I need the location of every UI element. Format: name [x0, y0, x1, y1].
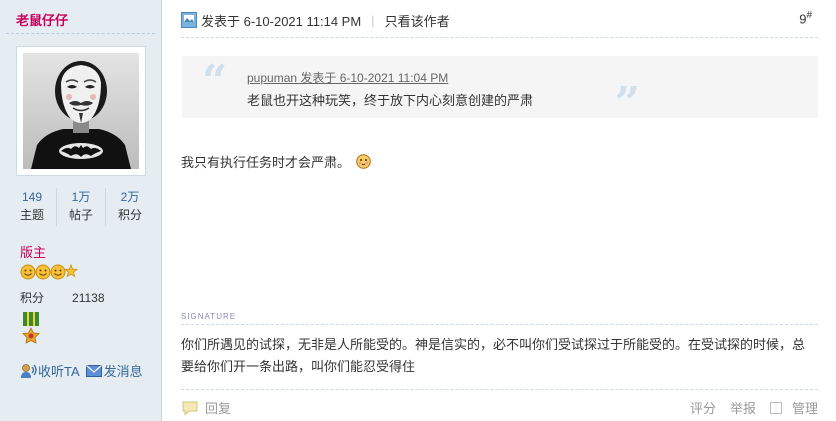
author-stats: 149 主题 1万 帖子 2万 积分 [8, 188, 154, 226]
avatar[interactable] [23, 53, 139, 169]
header-divider: | [371, 12, 375, 28]
manage-label[interactable]: 管理 [792, 398, 818, 417]
medal-icon[interactable] [20, 312, 42, 348]
credit-value: 21138 [72, 291, 105, 305]
stat-threads[interactable]: 149 主题 [8, 188, 56, 226]
avatar-frame[interactable] [16, 46, 146, 176]
report-button[interactable]: 举报 [730, 398, 756, 417]
post-header: 发表于 6-10-2021 11:14 PM | 只看该作者 [181, 10, 450, 30]
stat-label: 帖子 [68, 208, 93, 222]
divider [181, 37, 818, 38]
rank-smiley-icons [20, 263, 78, 280]
author-actions: 收听TA 发消息 [20, 361, 149, 380]
quote-text: 老鼠也开这种玩笑，终于放下内心刻意创建的严肃 [247, 94, 534, 109]
user-group[interactable]: 版主 [20, 242, 46, 261]
floor-suffix: # [806, 10, 812, 21]
floor-number[interactable]: 9# [799, 10, 812, 26]
envelope-icon [85, 364, 102, 377]
signature-text: 你们所遇见的试探，无非是人所能受的。神是信实的，必不叫你们受试探过于所能受的。在… [181, 338, 806, 375]
quote-meta-link[interactable]: pupuman 发表于 6-10-2021 11:04 PM [247, 69, 448, 86]
signature-label: SIGNATURE [181, 312, 237, 321]
reply-bubble-icon [182, 401, 198, 416]
send-message-link[interactable]: 发消息 [85, 361, 143, 380]
only-author-link[interactable]: 只看该作者 [385, 11, 450, 30]
post-message: 我只有执行任务时才会严肃。 [181, 152, 371, 171]
message-text: 我只有执行任务时才会严肃。 [181, 156, 351, 171]
open-quote-icon: “ [202, 56, 228, 107]
rate-button[interactable]: 评分 [690, 398, 716, 417]
stat-label: 积分 [117, 208, 142, 222]
smiley-icon [356, 154, 371, 169]
post-body: 发表于 6-10-2021 11:14 PM | 只看该作者 9# “ pupu… [163, 0, 836, 421]
post-actions: 评分 举报 管理 [676, 398, 818, 417]
stat-value: 1万 [71, 190, 91, 204]
follow-label: 收听TA [38, 364, 80, 379]
stat-credits[interactable]: 2万 积分 [105, 188, 154, 226]
stat-value: 149 [21, 190, 43, 204]
listen-icon [21, 363, 37, 378]
author-username[interactable]: 老鼠仔仔 [16, 10, 68, 29]
stat-label: 主题 [19, 208, 44, 222]
divider [181, 324, 818, 325]
credit-row: 积分 21138 [20, 289, 105, 306]
close-quote-icon: ” [614, 78, 640, 129]
divider [6, 33, 155, 34]
post-time: 发表于 6-10-2021 11:14 PM [201, 13, 362, 29]
quote-block: “ pupuman 发表于 6-10-2021 11:04 PM 老鼠也开这种玩… [182, 56, 818, 126]
send-message-label: 发消息 [103, 364, 143, 379]
follow-link[interactable]: 收听TA [20, 361, 80, 380]
credit-label: 积分 [20, 291, 45, 305]
reply-button[interactable]: 回复 [181, 398, 231, 417]
post-icon [181, 12, 197, 28]
stat-value: 2万 [120, 190, 140, 204]
reply-label: 回复 [205, 401, 232, 416]
manage-checkbox[interactable] [769, 401, 782, 414]
stat-posts[interactable]: 1万 帖子 [56, 188, 105, 226]
author-panel: 老鼠仔仔 149 主题 1万 帖子 2万 积分 版主 积分 21138 收听TA… [0, 0, 162, 421]
rank-stars [20, 263, 78, 281]
divider [181, 389, 818, 390]
